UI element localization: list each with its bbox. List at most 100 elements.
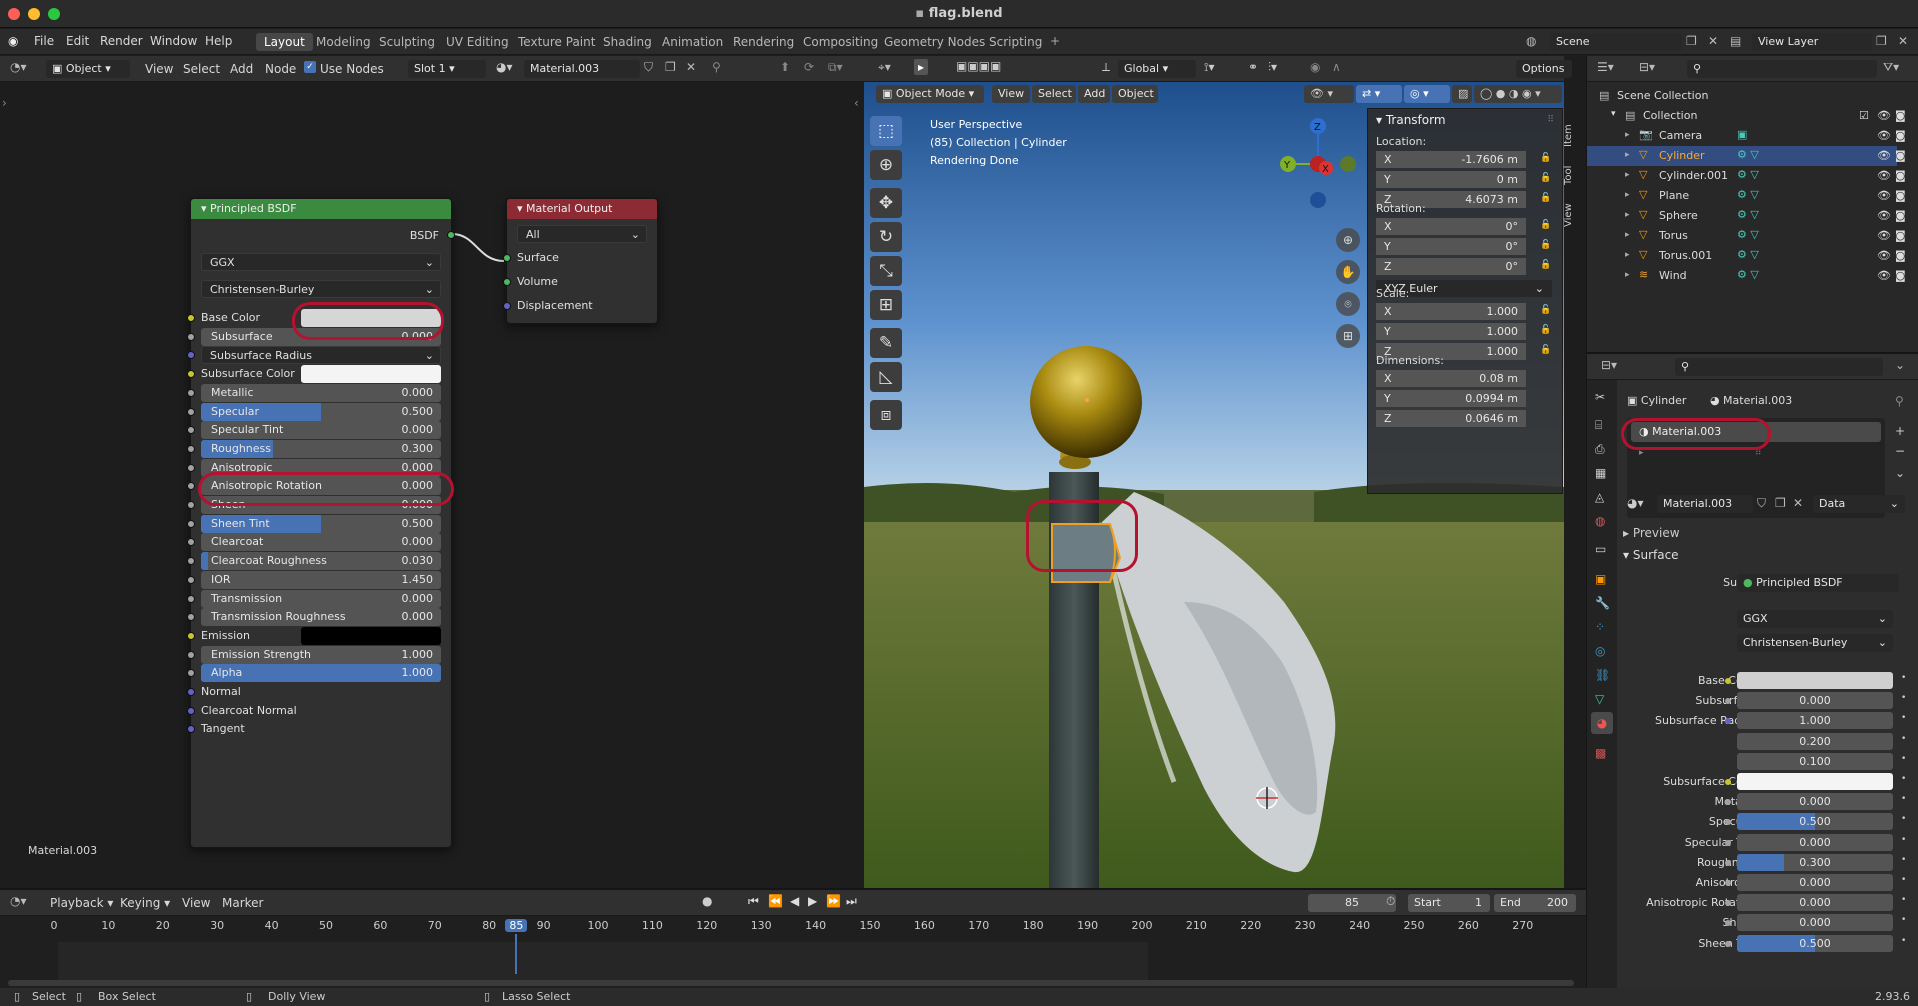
- sidebar-tab-item[interactable]: Item: [1563, 118, 1581, 154]
- location-y-field[interactable]: Y 0 m: [1376, 171, 1526, 188]
- menu-help[interactable]: Help: [205, 34, 232, 48]
- stopwatch-icon[interactable]: ⏱: [1386, 894, 1395, 909]
- outliner-item-torus-001[interactable]: ▸ ▽ Torus.001 ⚙ ▽ 👁 ◙: [1587, 246, 1906, 266]
- dimensions-z-field[interactable]: Z 0.0646 m: [1376, 410, 1526, 427]
- displacement-input-socket[interactable]: [503, 302, 511, 310]
- properties-search-input[interactable]: ⚲: [1675, 358, 1883, 376]
- volume-input-socket[interactable]: [503, 278, 511, 286]
- play-icon[interactable]: ▶: [808, 894, 817, 908]
- outliner-item-wind[interactable]: ▸ ≋ Wind ⚙ ▽ 👁 ◙: [1587, 266, 1906, 286]
- scale-y-field[interactable]: Y 1.000: [1376, 323, 1526, 340]
- keyframe-dot-icon[interactable]: •: [1901, 835, 1906, 845]
- sheen-property-field[interactable]: 0.000: [1737, 914, 1893, 932]
- transmission-socket[interactable]: [187, 594, 195, 603]
- roughness-property-field[interactable]: 0.300: [1737, 853, 1893, 871]
- rotation-z-field[interactable]: Z 0°: [1376, 258, 1526, 275]
- keyframe-dot-icon[interactable]: •: [1901, 855, 1906, 865]
- interaction-mode-selector[interactable]: ▣ Object Mode ▾: [876, 85, 984, 103]
- material-output-header[interactable]: ▾ Material Output: [507, 199, 657, 219]
- texture-tab-icon[interactable]: ▩: [1595, 746, 1606, 760]
- menu-window[interactable]: Window: [150, 34, 197, 48]
- subsurface-radius-component-property-field[interactable]: 0.100: [1737, 752, 1893, 770]
- view-layer-selector[interactable]: View Layer: [1752, 33, 1872, 51]
- world-tab-icon[interactable]: ◍: [1595, 514, 1605, 528]
- collapse-node-icon[interactable]: ▾: [517, 202, 526, 215]
- render-camera-icon[interactable]: ◙: [1895, 209, 1906, 222]
- collection-tab-icon[interactable]: ▭: [1595, 542, 1606, 556]
- pan-view-icon[interactable]: ✋: [1336, 260, 1360, 284]
- menu-render[interactable]: Render: [100, 34, 143, 48]
- roughness-socket-dot[interactable]: [1725, 859, 1731, 866]
- metallic-socket[interactable]: [187, 388, 195, 397]
- lock-icon[interactable]: 🔓: [1540, 240, 1552, 252]
- transmission-roughness-socket[interactable]: [187, 613, 195, 622]
- subsurface-method-dropdown[interactable]: Christensen-Burley ⌄: [201, 280, 441, 298]
- jump-start-icon[interactable]: ⏮: [748, 894, 759, 909]
- sidebar-tab-tool[interactable]: Tool: [1563, 160, 1581, 190]
- add-cube-tool-icon[interactable]: ⧈: [870, 400, 902, 430]
- select-box-tool-icon[interactable]: ⬚: [870, 116, 902, 146]
- modifier-tab-icon[interactable]: 🔧: [1595, 596, 1610, 610]
- specular-slider[interactable]: Specular 0.500: [201, 402, 441, 421]
- view-layer-tab-icon[interactable]: ▦: [1595, 466, 1606, 480]
- visibility-eye-icon[interactable]: 👁: [1877, 109, 1891, 122]
- output-tab-icon[interactable]: ⎙: [1595, 442, 1605, 457]
- sheen-tint-socket[interactable]: [187, 519, 195, 528]
- filter-icon[interactable]: ⛛▾: [1883, 60, 1899, 75]
- menu-marker[interactable]: Marker: [222, 896, 263, 910]
- menu-file[interactable]: File: [34, 34, 54, 48]
- lock-icon[interactable]: 🔓: [1540, 193, 1552, 205]
- link-data-selector[interactable]: Data ⌄: [1813, 495, 1905, 513]
- transform-tool-icon[interactable]: ⊞: [870, 290, 902, 320]
- move-tool-icon[interactable]: ✥: [870, 188, 902, 218]
- subsurface-property-field[interactable]: 0.000: [1737, 692, 1893, 710]
- lock-icon[interactable]: 🔓: [1540, 173, 1552, 185]
- render-camera-icon[interactable]: ◙: [1895, 169, 1906, 182]
- navigation-gizmo[interactable]: Z Y X: [1268, 114, 1372, 214]
- workspace-tab-compositing[interactable]: Compositing: [795, 33, 886, 51]
- xray-toggle-icon[interactable]: ▨: [1452, 85, 1472, 103]
- transform-panel-title[interactable]: ▾ Transform: [1376, 113, 1446, 127]
- clearcoat-slider[interactable]: Clearcoat 0.000: [201, 533, 441, 552]
- delete-scene-icon[interactable]: ✕: [1708, 34, 1718, 48]
- principled-bsdf-node[interactable]: ▾ Principled BSDF BSDF GGX ⌄ Christensen-…: [187, 198, 455, 848]
- fake-user-icon[interactable]: ⛉: [1757, 496, 1766, 511]
- options-dropdown[interactable]: Options: [1516, 60, 1572, 78]
- unlink-material-icon[interactable]: ✕: [1793, 496, 1803, 510]
- select-tool-icon[interactable]: ▸: [914, 59, 929, 75]
- properties-subsurface-method-dropdown[interactable]: Christensen-Burley ⌄: [1737, 634, 1893, 652]
- select-mode-icons[interactable]: ▣▣▣▣: [956, 59, 1001, 73]
- bsdf-output-socket[interactable]: [447, 231, 455, 239]
- scene-tab-icon[interactable]: ◬: [1595, 490, 1604, 504]
- sheen-tint-property-field[interactable]: 0.500: [1737, 934, 1893, 952]
- display-mode-icon[interactable]: ⊟▾: [1639, 60, 1655, 74]
- snap-icon[interactable]: ⚭: [1248, 60, 1258, 74]
- workspace-tab-layout[interactable]: Layout: [256, 33, 313, 51]
- workspace-tab-shading[interactable]: Shading: [595, 33, 660, 51]
- keyframe-dot-icon[interactable]: •: [1901, 875, 1906, 885]
- visibility-eye-icon[interactable]: 👁: [1877, 149, 1891, 162]
- duplicate-material-icon[interactable]: ❐: [1775, 496, 1786, 510]
- scale-x-field[interactable]: X 1.000: [1376, 303, 1526, 320]
- menu-view[interactable]: View: [182, 896, 210, 910]
- expand-arrow-icon[interactable]: ▸: [1625, 230, 1630, 240]
- outliner-search-input[interactable]: ⚲: [1687, 60, 1877, 78]
- rotation-y-field[interactable]: Y 0°: [1376, 238, 1526, 255]
- shading-mode-icons[interactable]: ◯ ● ◑ ◉ ▾: [1474, 85, 1562, 103]
- properties-distribution-dropdown[interactable]: GGX ⌄: [1737, 610, 1893, 628]
- keyframe-dot-icon[interactable]: •: [1901, 936, 1906, 946]
- preview-panel-header[interactable]: ▸ Preview: [1623, 526, 1680, 540]
- viewport-menu-object[interactable]: Object: [1112, 85, 1158, 103]
- transform-orientation-selector[interactable]: Global ▾: [1118, 60, 1196, 78]
- workspace-tab-animation[interactable]: Animation: [654, 33, 731, 51]
- blender-logo-icon[interactable]: ◉: [8, 34, 18, 48]
- keyframe-dot-icon[interactable]: •: [1901, 754, 1906, 764]
- outliner-item-sphere[interactable]: ▸ ▽ Sphere ⚙ ▽ 👁 ◙: [1587, 206, 1906, 226]
- keyframe-dot-icon[interactable]: •: [1901, 734, 1906, 744]
- subsurface-color-socket[interactable]: [187, 370, 195, 379]
- collapse-node-icon[interactable]: ▾: [201, 202, 210, 215]
- collection-row[interactable]: ▾ ▤ Collection ☑ 👁 ◙: [1587, 106, 1906, 126]
- anisotropic-rotation-property-field[interactable]: 0.000: [1737, 894, 1893, 912]
- expand-arrow-icon[interactable]: ▸: [1625, 210, 1630, 220]
- render-camera-icon[interactable]: ◙: [1895, 249, 1906, 262]
